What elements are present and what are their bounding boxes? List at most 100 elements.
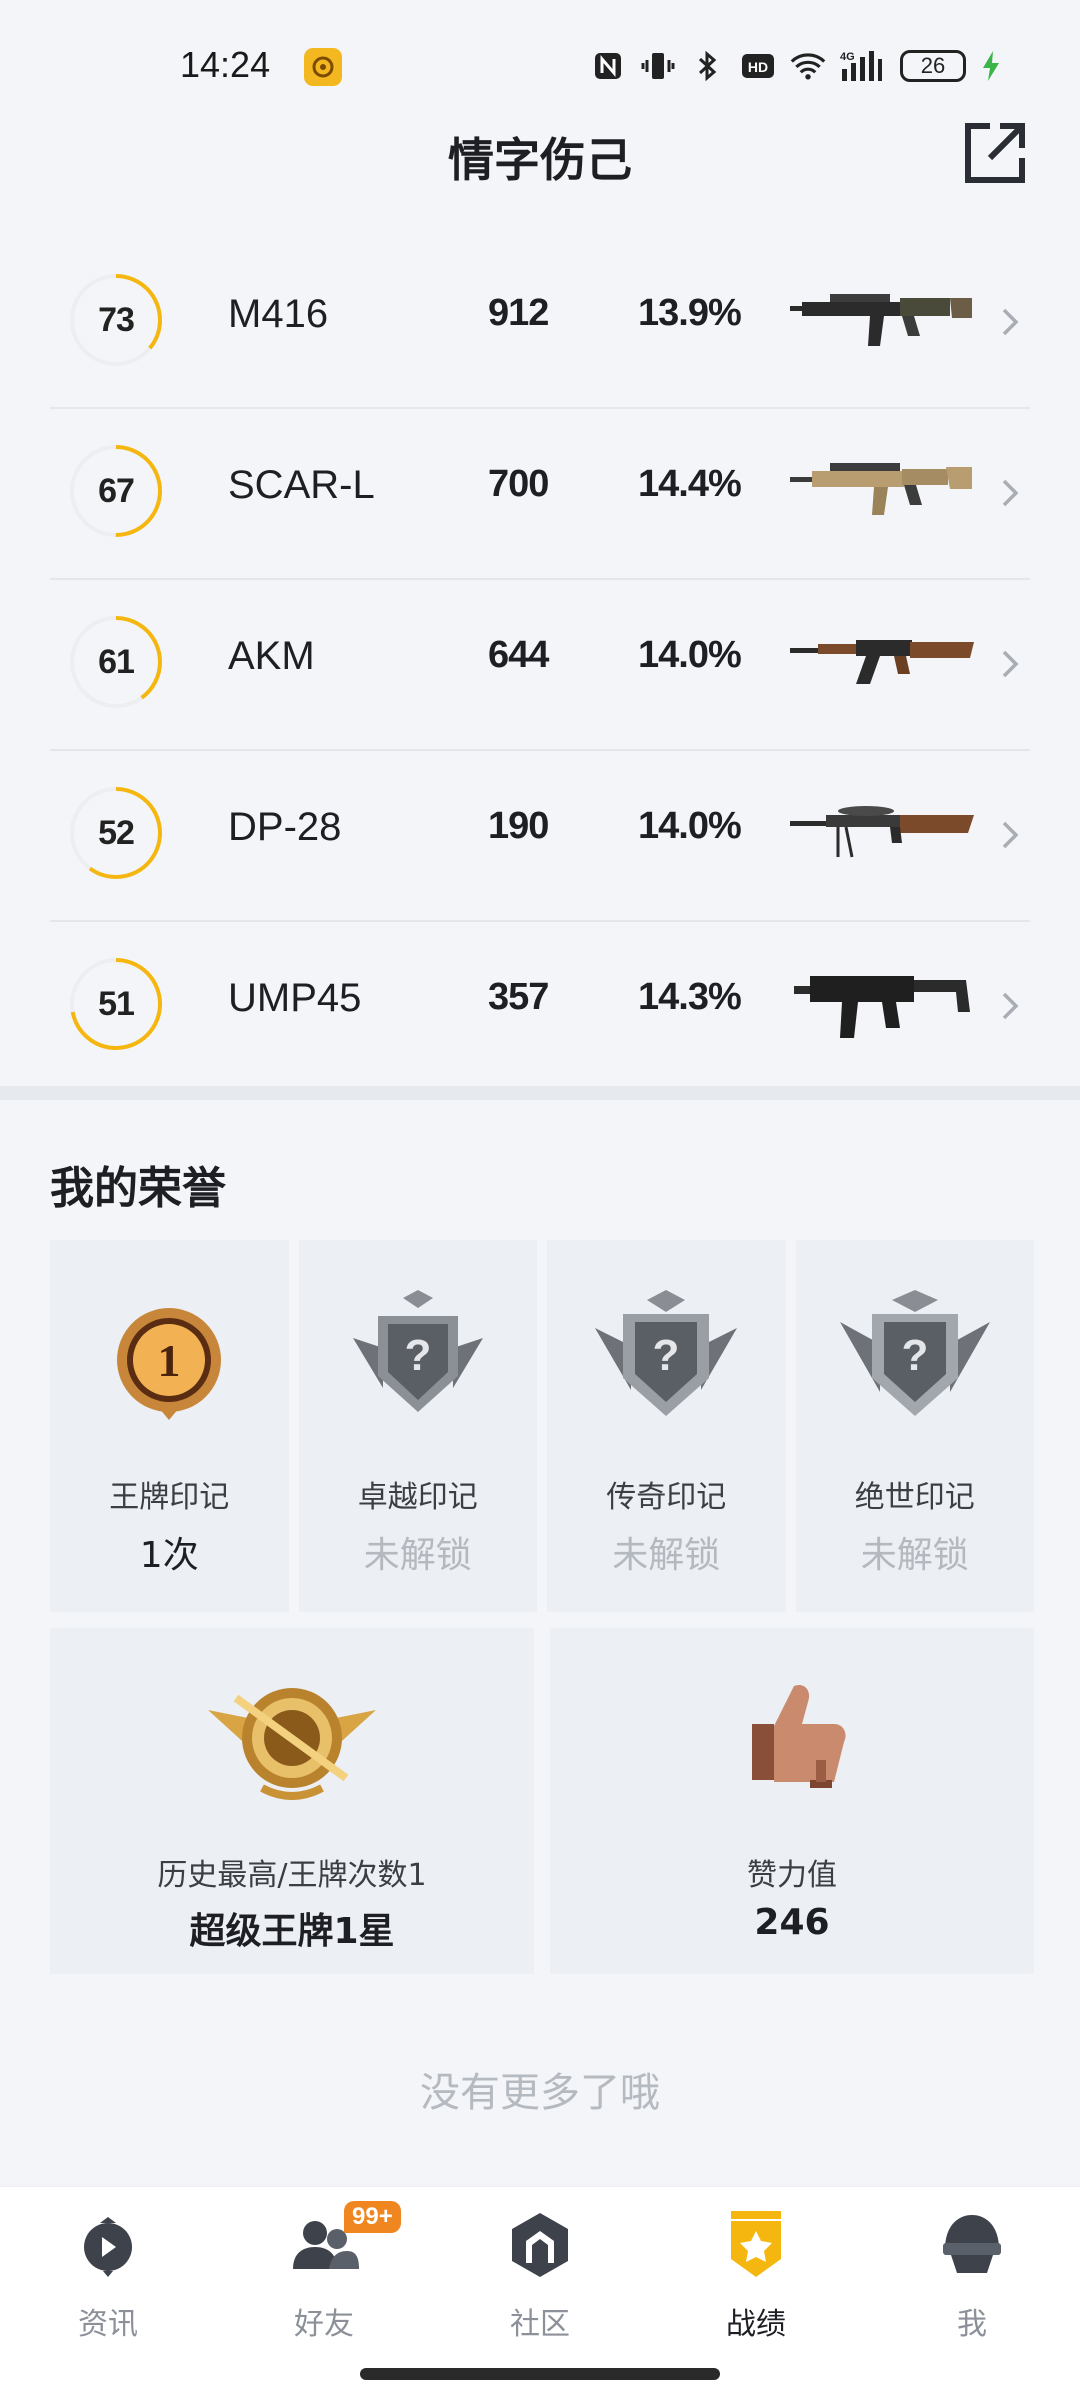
svg-text:?: ? [653, 1331, 680, 1380]
weapon-list: 73 M416 912 13.9% 67 SCAR-L 700 14.4% 61… [0, 238, 1080, 1093]
honor-value: 未解锁 [860, 1535, 969, 1576]
rifle-m416-image [790, 268, 976, 368]
stat-card-likes[interactable]: 赞力值 246 [550, 1628, 1034, 1974]
weapon-level: 52 [98, 813, 135, 852]
stat-name: 赞力值 [747, 1858, 837, 1893]
weapon-name: AKM [228, 634, 315, 678]
smg-ump45-image [790, 952, 976, 1052]
no-more-text: 没有更多了哦 [420, 2070, 660, 2116]
profile-icon [937, 2209, 1007, 2279]
home-indicator[interactable] [360, 2368, 720, 2380]
thumbs-up-icon [702, 1668, 882, 1808]
charging-icon [980, 48, 1002, 84]
weapon-kill-count: 357 [488, 976, 549, 1018]
weapon-rate: 14.3% [638, 976, 742, 1018]
svg-text:HD: HD [748, 59, 768, 75]
lmg-dp28-image [790, 781, 976, 881]
battery-icon: 26 [900, 50, 966, 82]
nav-label: 我 [957, 2307, 987, 2342]
weapon-level-ring: 52 [68, 785, 164, 881]
ace-mark-icon: 1 [84, 1288, 254, 1438]
nav-item-profile[interactable]: 我 [864, 2187, 1080, 2400]
honor-name: 卓越印记 [357, 1480, 478, 1515]
share-external-icon[interactable] [962, 120, 1028, 186]
nav-label: 社区 [510, 2307, 570, 2342]
weapon-level: 61 [98, 642, 135, 681]
locked-mark-icon: ? [830, 1288, 1000, 1438]
news-icon [73, 2209, 143, 2279]
friends-badge: 99+ [344, 2201, 401, 2233]
status-time: 14:24 [180, 44, 271, 85]
nav-label: 好友 [294, 2307, 354, 2342]
honor-marks-grid: 1 王牌印记 1次 ? 卓越印记 未解锁 ? 传奇印记 未解锁 ? 绝世印记 未… [50, 1240, 1034, 1612]
nav-label: 战绩 [726, 2307, 786, 2342]
weapon-kill-count: 700 [488, 463, 549, 505]
stat-value: 超级王牌1星 [189, 1911, 395, 1952]
honor-card-excellent[interactable]: ? 卓越印记 未解锁 [298, 1240, 537, 1612]
weapon-level-ring: 67 [68, 443, 164, 539]
svg-text:?: ? [404, 1331, 431, 1380]
honor-value: 未解锁 [612, 1535, 721, 1576]
honor-stats-grid: 历史最高/王牌次数1 超级王牌1星 赞力值 246 [50, 1628, 1034, 1974]
svg-text:?: ? [901, 1331, 928, 1380]
weapon-name: DP-28 [228, 805, 342, 849]
app-notification-icon [304, 48, 342, 86]
chevron-right-icon [996, 646, 1024, 682]
honor-name: 王牌印记 [109, 1480, 230, 1515]
weapon-level: 73 [98, 300, 135, 339]
community-icon [505, 2209, 575, 2279]
weapon-row[interactable]: 61 AKM 644 14.0% [50, 580, 1030, 751]
stat-name: 历史最高/王牌次数1 [157, 1858, 427, 1893]
weapon-row[interactable]: 52 DP-28 190 14.0% [50, 751, 1030, 922]
weapon-rate: 14.4% [638, 463, 742, 505]
weapon-rate: 13.9% [638, 292, 742, 334]
weapon-kill-count: 190 [488, 805, 549, 847]
weapon-rate: 14.0% [638, 634, 742, 676]
chevron-right-icon [996, 475, 1024, 511]
weapon-name: SCAR-L [228, 463, 375, 507]
honor-value: 未解锁 [363, 1535, 472, 1576]
stat-card-highest-tier[interactable]: 历史最高/王牌次数1 超级王牌1星 [50, 1628, 534, 1974]
weapon-name: M416 [228, 292, 329, 336]
weapon-row[interactable]: 73 M416 912 13.9% [50, 238, 1030, 409]
weapon-row[interactable]: 67 SCAR-L 700 14.4% [50, 409, 1030, 580]
weapon-level: 67 [98, 471, 135, 510]
nav-label: 资讯 [78, 2307, 138, 2342]
stat-value: 246 [754, 1902, 830, 1943]
weapon-level-ring: 73 [68, 272, 164, 368]
honor-card-peerless[interactable]: ? 绝世印记 未解锁 [795, 1240, 1034, 1612]
vibrate-icon [640, 48, 676, 84]
hd-icon: HD [740, 48, 776, 84]
locked-mark-icon: ? [581, 1288, 751, 1438]
weapon-level-ring: 61 [68, 614, 164, 710]
chevron-right-icon [996, 304, 1024, 340]
weapon-kill-count: 644 [488, 634, 549, 676]
weapon-level: 51 [98, 984, 135, 1023]
weapon-name: UMP45 [228, 976, 362, 1020]
honor-card-legend[interactable]: ? 传奇印记 未解锁 [547, 1240, 786, 1612]
header: 情字伤己 [0, 120, 1080, 200]
bluetooth-icon [690, 48, 726, 84]
weapon-rate: 14.0% [638, 805, 742, 847]
weapon-kill-count: 912 [488, 292, 549, 334]
honor-name: 传奇印记 [606, 1480, 727, 1515]
super-ace-badge-icon [202, 1668, 382, 1808]
weapon-row[interactable]: 51 UMP45 357 14.3% [50, 922, 1030, 1093]
page-title: 情字伤己 [448, 133, 632, 187]
locked-mark-icon: ? [333, 1288, 503, 1438]
rifle-scar-image [790, 439, 976, 539]
chevron-right-icon [996, 988, 1024, 1024]
signal-icon: 4G [840, 48, 886, 84]
nav-item-news[interactable]: 资讯 [0, 2187, 216, 2400]
honors-title: 我的荣誉 [50, 1163, 226, 1214]
honor-name: 绝世印记 [854, 1480, 975, 1515]
network-type: 4G [840, 51, 855, 63]
svg-text:1: 1 [158, 1335, 181, 1386]
honor-value: 1次 [139, 1535, 199, 1576]
chevron-right-icon [996, 817, 1024, 853]
rifle-akm-image [790, 610, 976, 710]
nfc-icon [590, 48, 626, 84]
status-icons: HD 4G 26 [590, 46, 1002, 86]
wifi-icon [790, 48, 826, 84]
honor-card-ace[interactable]: 1 王牌印记 1次 [50, 1240, 289, 1612]
